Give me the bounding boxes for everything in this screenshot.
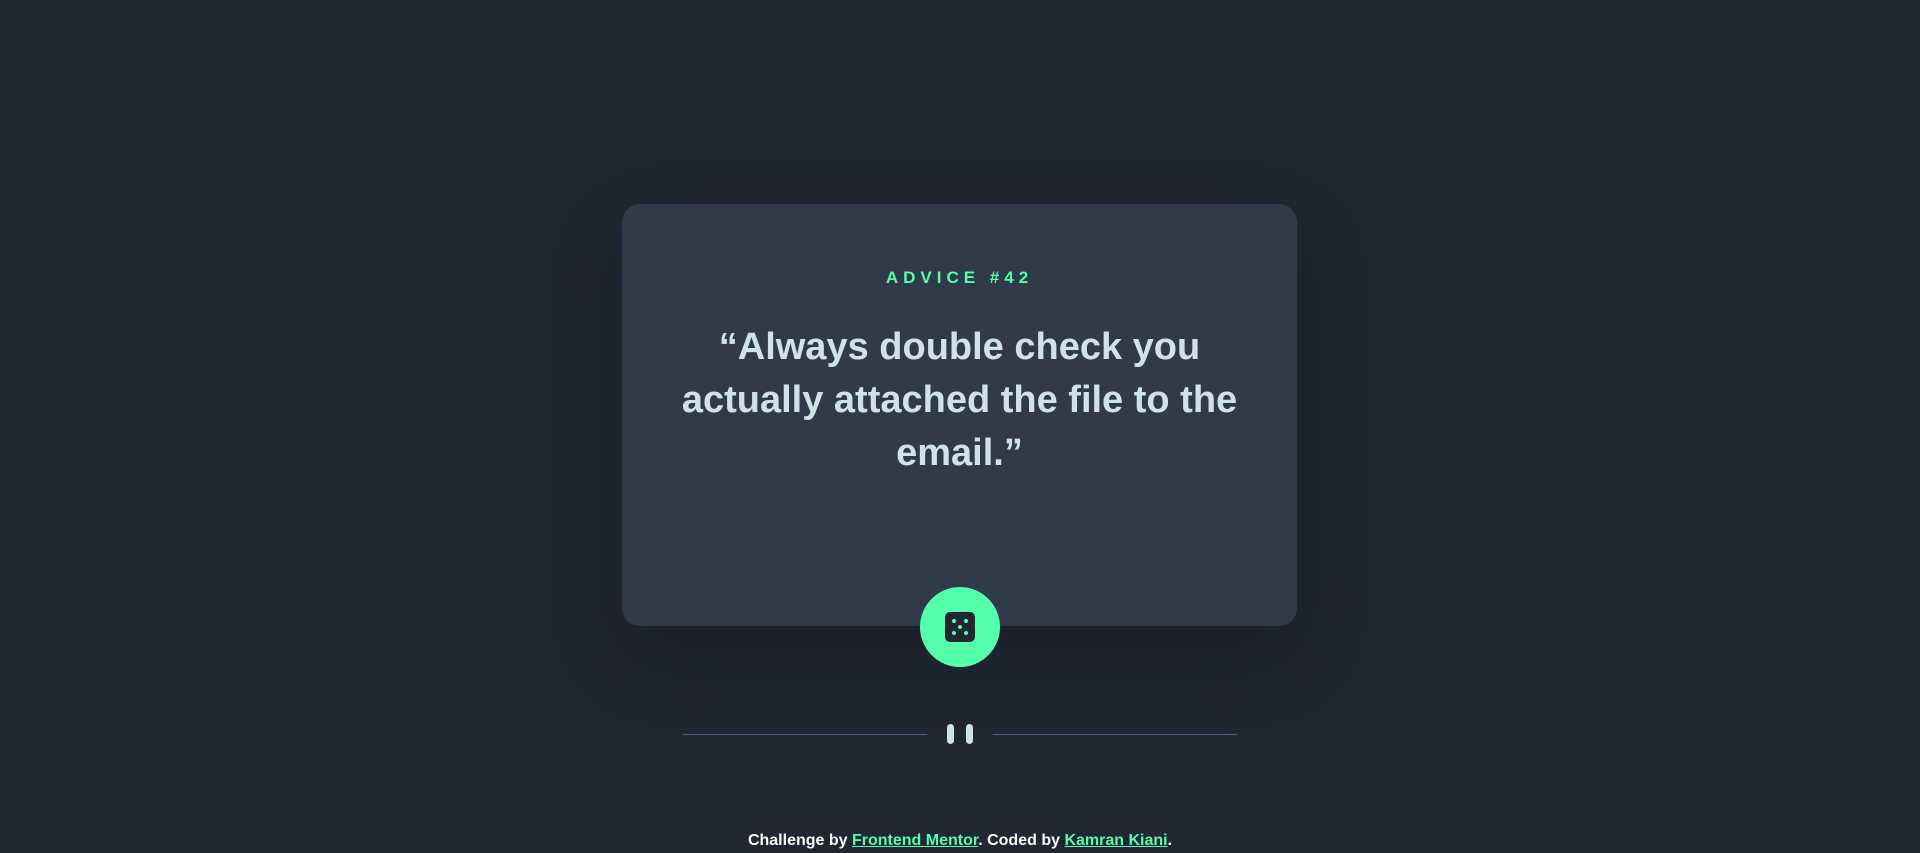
dice-dot — [958, 625, 962, 629]
attribution-footer: Challenge by Frontend Mentor. Coded by K… — [0, 832, 1920, 850]
pause-bar-right — [965, 724, 973, 744]
pause-icon — [946, 724, 973, 744]
frontend-mentor-link[interactable]: Frontend Mentor — [852, 832, 978, 849]
attribution-middle: . Coded by — [978, 832, 1065, 849]
advice-generator-page: ADVICE #42 “Always double check you actu… — [0, 0, 1920, 853]
dice-icon — [945, 612, 975, 642]
attribution-prefix: Challenge by — [747, 832, 852, 849]
author-link[interactable]: Kamran Kiani — [1064, 832, 1167, 849]
advice-quote: “Always double check you actually attach… — [681, 326, 1238, 474]
divider-line-left — [681, 733, 927, 735]
advice-id-label: ADVICE #42 — [885, 268, 1034, 287]
advice-card: ADVICE #42 “Always double check you actu… — [622, 204, 1297, 744]
pause-bar-left — [946, 724, 954, 744]
new-advice-button[interactable] — [920, 587, 1000, 667]
dice-dot — [964, 619, 968, 623]
divider-line-right — [992, 733, 1238, 735]
pattern-divider — [622, 724, 1297, 744]
dice-dot — [952, 631, 956, 635]
attribution-suffix: . — [1167, 832, 1173, 849]
dice-dot — [952, 619, 956, 623]
dice-dot — [964, 631, 968, 635]
